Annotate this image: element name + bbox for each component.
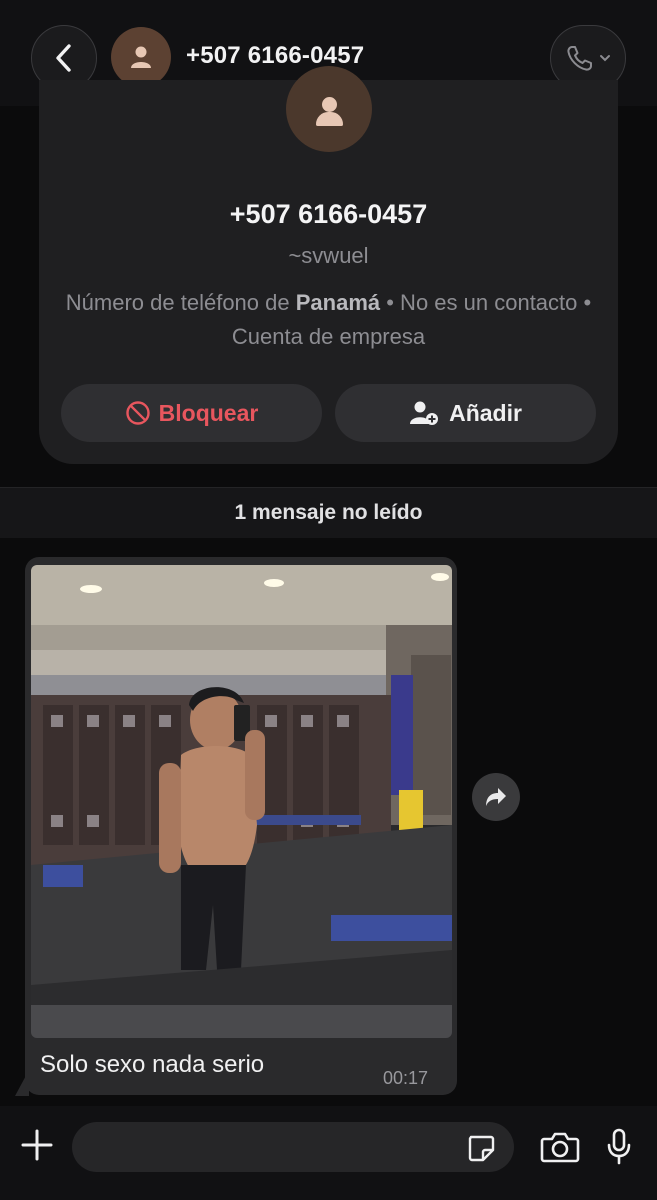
message-caption: Solo sexo nada serio	[40, 1051, 265, 1078]
person-icon	[131, 46, 151, 68]
microphone-button[interactable]	[603, 1127, 635, 1167]
block-button[interactable]: Bloquear	[61, 384, 322, 442]
profile-description: Número de teléfono de Panamá • No es un …	[65, 290, 592, 349]
attach-button[interactable]	[17, 1125, 57, 1165]
chevron-down-icon	[600, 55, 610, 62]
phone-icon	[567, 46, 592, 71]
contact-title[interactable]: +507 6166-0457	[186, 42, 364, 70]
profile-phone-number: +507 6166-0457	[229, 199, 428, 229]
message-input[interactable]	[72, 1122, 514, 1172]
profile-avatar	[286, 66, 372, 152]
camera-button[interactable]	[538, 1128, 582, 1166]
unread-label: 1 mensaje no leído	[234, 501, 423, 524]
sticker-icon	[468, 1135, 495, 1162]
add-label: Añadir	[449, 399, 522, 426]
country-name: Panamá	[295, 290, 381, 315]
unread-messages-banner: 1 mensaje no leído	[0, 488, 657, 538]
message-photo[interactable]	[31, 565, 452, 1038]
bubble-tail	[15, 1070, 29, 1096]
sticker-button[interactable]	[464, 1131, 498, 1165]
chevron-left-icon	[56, 44, 71, 72]
block-label: Bloquear	[158, 399, 259, 426]
contact-avatar[interactable]	[111, 27, 171, 87]
add-person-icon	[410, 401, 439, 425]
camera-icon	[540, 1132, 580, 1163]
microphone-icon	[607, 1128, 631, 1165]
profile-alias: ~svwuel	[288, 243, 369, 268]
forward-icon	[486, 788, 506, 806]
add-contact-button[interactable]: Añadir	[335, 384, 596, 442]
block-icon	[125, 401, 150, 425]
photo-image	[31, 565, 452, 1038]
forward-button[interactable]	[472, 773, 520, 821]
plus-icon	[21, 1129, 53, 1161]
message-timestamp: 00:17	[383, 1068, 429, 1088]
